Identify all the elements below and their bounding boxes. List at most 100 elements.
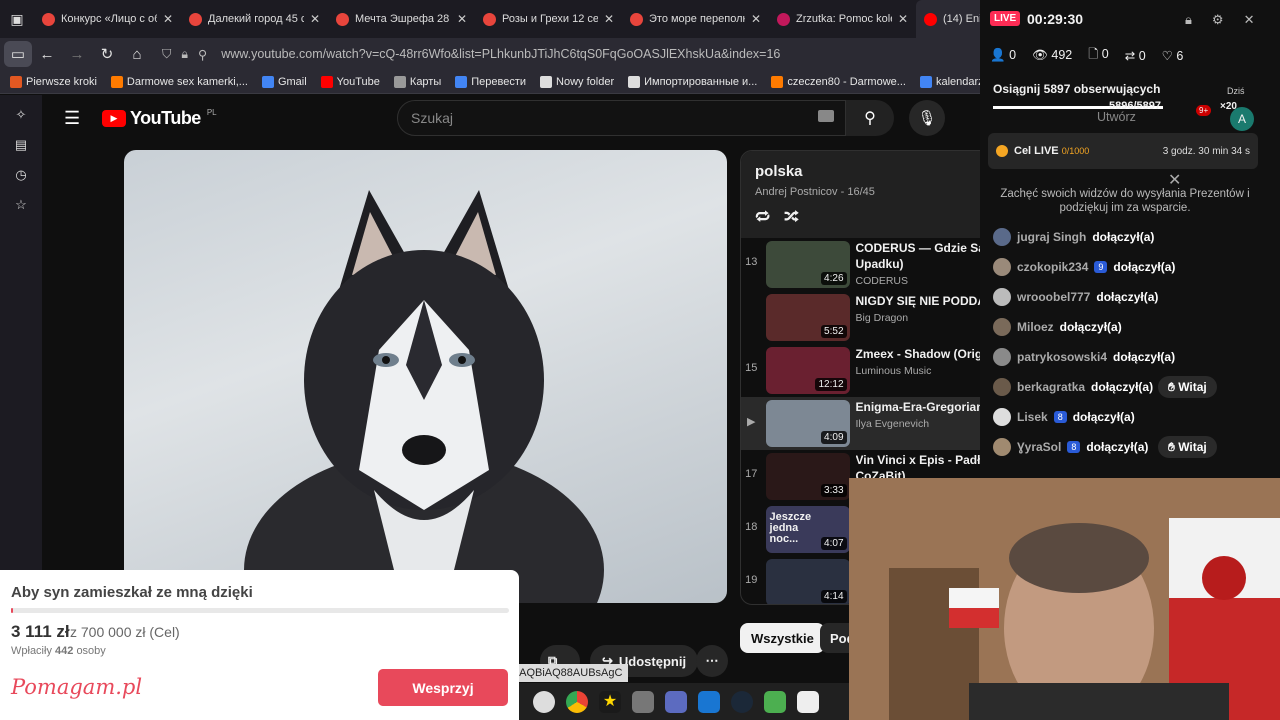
tab-close-icon[interactable]: ✕ (457, 12, 467, 26)
bookmark-1[interactable]: Pierwsze kroki (10, 75, 97, 88)
tab-close-icon[interactable]: ✕ (310, 12, 320, 26)
playlist-item[interactable]: 15 12:12 Zmeex - Shadow (Original Mix 2025… (741, 344, 984, 397)
bookmark-7[interactable]: Nowy folder (540, 75, 615, 88)
playlist-owner[interactable]: Andrej Postnicov (755, 186, 838, 198)
stat-value: 0 (1009, 47, 1017, 62)
tab-6[interactable]: Zrzutka: Pomoc koled ✕ (769, 0, 916, 38)
close-icon[interactable]: ✕ (1244, 12, 1255, 28)
playlist-item-thumbnail[interactable]: 12:12 (765, 347, 850, 394)
playlist-item[interactable]: 13 4:26 CODERUS — Gdzie Są Moi Kumple? Upad… (741, 238, 984, 291)
chat-username[interactable]: Lisek (1017, 410, 1048, 424)
bookmark-8[interactable]: Импортированные и... (628, 75, 757, 88)
create-button[interactable]: Utwórz (1097, 110, 1136, 124)
tab-close-icon[interactable]: ✕ (604, 12, 614, 26)
loop-icon[interactable]: 🔁︎ (755, 206, 770, 228)
support-button[interactable]: Wesprzyj (378, 669, 508, 706)
sidebar-toggle-icon[interactable]: ▭ (4, 41, 32, 67)
bookmark-3[interactable]: Gmail (261, 75, 307, 88)
bookmark-4[interactable]: YouTube (320, 75, 380, 88)
chat-username[interactable]: jugraj Singh (1017, 230, 1086, 244)
playlist-item-thumbnail[interactable]: Jeszcze jedna noc... 4:07 (765, 506, 850, 553)
bookmark-5[interactable]: Карты (393, 75, 441, 88)
app-icon-5[interactable] (665, 690, 687, 713)
bookmark-favicon-icon (261, 75, 274, 88)
bookmark-6[interactable]: Перевести (455, 75, 526, 88)
avatar[interactable] (993, 258, 1011, 276)
bookmark-9[interactable]: czeczen80 - Darmowe... (771, 75, 906, 88)
playlist-item[interactable]: 5:52 NIGDY SIĘ NIE PODDAM Big Dragon (741, 291, 984, 344)
tab-close-icon[interactable]: ✕ (898, 12, 908, 26)
witaj-button[interactable]: ✋︎ Witaj (1158, 376, 1217, 398)
tab-2[interactable]: Далекий город 45 сер ✕ (181, 0, 328, 38)
chat-username[interactable]: Miloez (1017, 320, 1054, 334)
witaj-button[interactable]: ✋︎ Witaj (1158, 436, 1217, 458)
ai-icon[interactable]: ✧ (16, 107, 27, 123)
search-input[interactable]: Szukaj (397, 100, 846, 136)
back-icon[interactable]: ← (32, 39, 62, 69)
chat-username[interactable]: berkagratka (1017, 380, 1085, 394)
donation-count: Wpłaciły 442 osoby (11, 645, 106, 657)
playlist-title[interactable]: polska (755, 163, 970, 180)
avatar[interactable] (993, 408, 1011, 426)
forward-icon[interactable]: → (62, 39, 92, 69)
chat-username[interactable]: patrykosowski4 (1017, 350, 1107, 364)
playlist-item-title-2: Upadku) (855, 257, 904, 271)
app-icon-9[interactable] (797, 690, 819, 713)
chrome-icon[interactable] (566, 690, 588, 713)
app-icon-8[interactable] (764, 690, 786, 713)
tab-close-icon[interactable]: ✕ (751, 12, 761, 26)
playlist-item[interactable]: ▶ 4:09 Enigma-Era-Gregorian - Moment Of Pe… (741, 397, 984, 450)
playlist-item-thumbnail[interactable]: 3:33 (765, 453, 850, 500)
menu-icon[interactable]: ☰ (64, 108, 80, 129)
youtube-logo[interactable]: ▶ YouTube PL (102, 108, 217, 129)
video-player[interactable] (124, 150, 727, 603)
playlist-item-thumbnail[interactable]: 4:14 (765, 559, 850, 604)
tab-1[interactable]: Конкурс «Лицо с обл ✕ (34, 0, 181, 38)
avatar[interactable] (993, 348, 1011, 366)
stat-icon: 👤 (990, 47, 1006, 62)
playlist-item-thumbnail[interactable]: 4:26 (765, 241, 850, 288)
bookmark-label: Nowy folder (556, 75, 615, 88)
reload-icon[interactable]: ↻ (92, 39, 122, 69)
tab-5[interactable]: Это море переполнит ✕ (622, 0, 769, 38)
avatar[interactable]: A (1230, 107, 1254, 131)
tab-3[interactable]: Мечта Эшрефа 28 сер ✕ (328, 0, 475, 38)
notification-badge[interactable]: 9+ (1196, 105, 1212, 116)
avatar[interactable] (993, 228, 1011, 246)
tab-close-icon[interactable]: ✕ (163, 12, 173, 26)
bookmark-star-icon[interactable]: ☆ (15, 197, 27, 213)
more-actions-button[interactable]: ⋯ (696, 645, 728, 677)
steam-icon[interactable] (731, 690, 753, 713)
lock-icon[interactable]: 🔒︎ (1185, 12, 1192, 28)
avatar[interactable] (993, 288, 1011, 306)
app-icon-1[interactable] (533, 690, 555, 713)
star-app-icon[interactable]: ★ (599, 690, 621, 713)
search-button[interactable]: ⚲ (846, 100, 894, 136)
keyboard-icon[interactable] (818, 110, 834, 122)
tab-4[interactable]: Розы и Грехи 12 серия ✕ (475, 0, 622, 38)
app-icon-4[interactable] (632, 690, 654, 713)
shield-icon[interactable]: ⛉ (162, 47, 171, 62)
chip-all[interactable]: Wszystkie (740, 623, 825, 653)
chat-username[interactable]: ƔyraSol (1017, 440, 1061, 454)
playlist-item-thumbnail[interactable]: 4:09 (765, 400, 850, 447)
history-icon[interactable]: ◷ (15, 167, 26, 183)
voice-search-button[interactable]: 🎙︎ (909, 100, 945, 136)
avatar[interactable] (993, 438, 1011, 456)
shuffle-icon[interactable]: 🔀︎ (784, 206, 799, 228)
settings-gear-icon[interactable]: ⚙ (1212, 12, 1224, 28)
tab-favicon-icon (483, 12, 496, 26)
home-icon[interactable]: ⌂ (122, 39, 152, 69)
app-icon-6[interactable] (698, 690, 720, 713)
playlist-item-thumbnail[interactable]: 5:52 (765, 294, 850, 341)
tab-list-icon[interactable]: ▣ (0, 0, 34, 38)
permissions-icon[interactable]: ⚲ (198, 47, 207, 62)
avatar[interactable] (993, 318, 1011, 336)
chat-username[interactable]: wrooobel777 (1017, 290, 1090, 304)
url-text[interactable]: www.youtube.com/watch?v=cQ-48rr6Wfo&list… (221, 47, 780, 61)
reader-icon[interactable]: ▤ (15, 137, 27, 153)
bookmark-2[interactable]: Darmowe sex kamerki,... (110, 75, 248, 88)
chat-username[interactable]: czokopik234 (1017, 260, 1088, 274)
address-bar[interactable]: ⛉ 🔒︎ ⚲ www.youtube.com/watch?v=cQ-48rr6W… (162, 47, 780, 62)
avatar[interactable] (993, 378, 1011, 396)
